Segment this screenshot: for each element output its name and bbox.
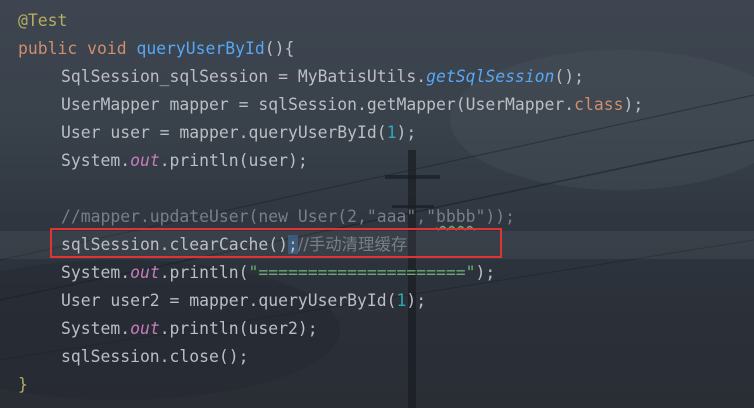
red-highlight-box [50,228,502,258]
code-editor[interactable]: @Test public void queryUserById(){ SqlSe… [0,0,754,408]
code-line-method-declaration: public void queryUserById(){ [18,39,295,58]
code-line-annotation: @Test [18,11,68,30]
code-line-close-session: sqlSession.close(); [61,347,249,366]
code-line-closing-brace: } [18,375,28,394]
code-line-print-separator: System.out.println("====================… [61,263,496,282]
code-area[interactable]: @Test public void queryUserById(){ SqlSe… [0,7,754,399]
code-line-query-user: User user = mapper.queryUserById(1); [61,123,417,142]
code-line-get-session: SqlSession_sqlSession = MyBatisUtils.get… [61,67,585,86]
code-line-query-user2: User user2 = mapper.queryUserById(1); [61,291,427,310]
code-line-print-user: System.out.println(user); [61,151,308,170]
code-line-print-user2: System.out.println(user2); [61,319,318,338]
code-line-commented-update: //mapper.updateUser(new User(2,"aaa","bb… [61,207,515,226]
code-line-get-mapper: UserMapper mapper = sqlSession.getMapper… [61,95,644,114]
